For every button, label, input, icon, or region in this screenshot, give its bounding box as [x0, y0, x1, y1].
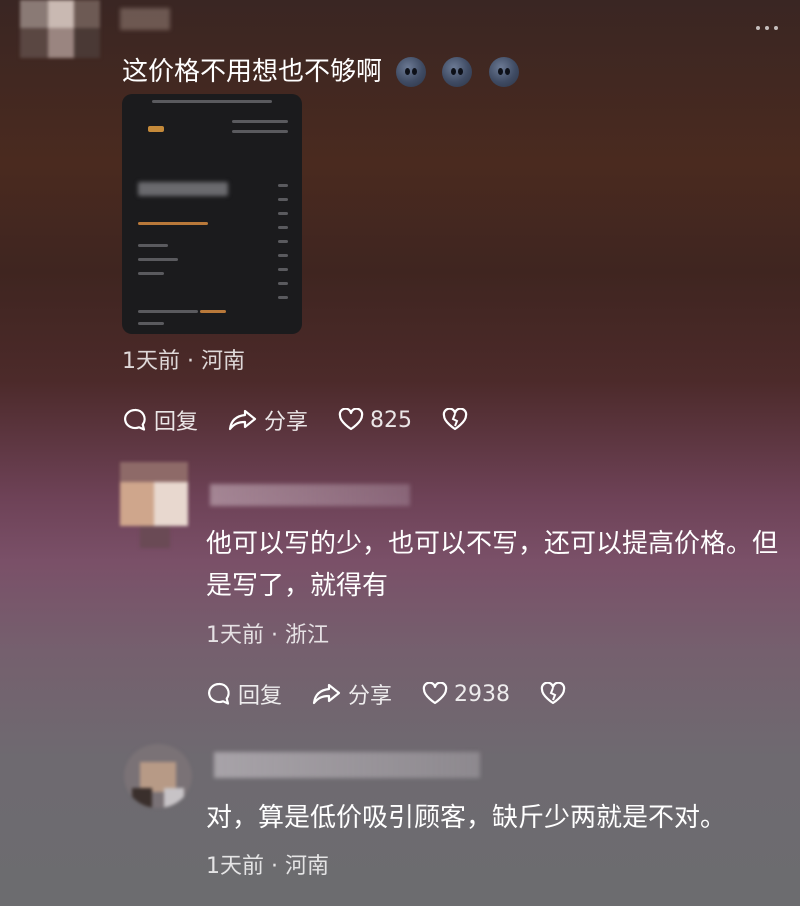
- attached-image[interactable]: [122, 94, 302, 334]
- broken-heart-icon: [442, 408, 468, 431]
- comment-text: 这价格不用想也不够啊: [122, 57, 383, 87]
- heart-icon: [338, 408, 364, 431]
- avatar[interactable]: [120, 462, 188, 548]
- comment-actions: 回复 分享 2938: [206, 678, 602, 710]
- username[interactable]: [210, 484, 410, 506]
- comment-text: 他可以写的少，也可以不写，还可以提高价格。但: [206, 529, 779, 559]
- heart-icon: [422, 682, 448, 705]
- dizzy-face-icon: [442, 57, 472, 87]
- comment-bubble-icon: [208, 682, 230, 705]
- dislike-button[interactable]: [442, 408, 474, 432]
- share-arrow-icon: [228, 409, 257, 431]
- comment-text: 对，算是低价吸引顾客，缺斤少两就是不对。: [206, 803, 727, 833]
- dizzy-face-icon: [396, 57, 426, 87]
- dislike-button[interactable]: [540, 682, 572, 706]
- dizzy-face-icon: [489, 57, 519, 87]
- reply-label: 回复: [154, 410, 199, 435]
- reply-button[interactable]: 回复: [122, 404, 198, 436]
- comment-meta: 1天前 · 河南: [206, 854, 329, 879]
- like-button[interactable]: 825: [338, 408, 412, 433]
- share-button[interactable]: 分享: [228, 404, 308, 436]
- comment-meta: 1天前 · 河南: [122, 349, 245, 374]
- like-count: 825: [370, 407, 413, 433]
- username[interactable]: [214, 752, 480, 778]
- share-label: 分享: [348, 684, 393, 709]
- avatar[interactable]: [20, 0, 100, 58]
- avatar[interactable]: [124, 744, 192, 808]
- reply-label: 回复: [238, 684, 283, 709]
- reply-button[interactable]: 回复: [206, 678, 282, 710]
- share-label: 分享: [264, 410, 309, 435]
- share-button[interactable]: 分享: [312, 678, 392, 710]
- like-count: 2938: [454, 681, 511, 707]
- comment-actions: 回复 分享 825: [122, 404, 504, 436]
- broken-heart-icon: [540, 682, 566, 705]
- comment-meta: 1天前 · 浙江: [206, 623, 329, 648]
- username[interactable]: [120, 8, 170, 30]
- share-arrow-icon: [312, 683, 341, 705]
- like-button[interactable]: 2938: [422, 682, 510, 707]
- comment-text: 是写了，就得有: [206, 571, 389, 601]
- comment-bubble-icon: [124, 408, 146, 431]
- more-options-icon[interactable]: [756, 26, 778, 30]
